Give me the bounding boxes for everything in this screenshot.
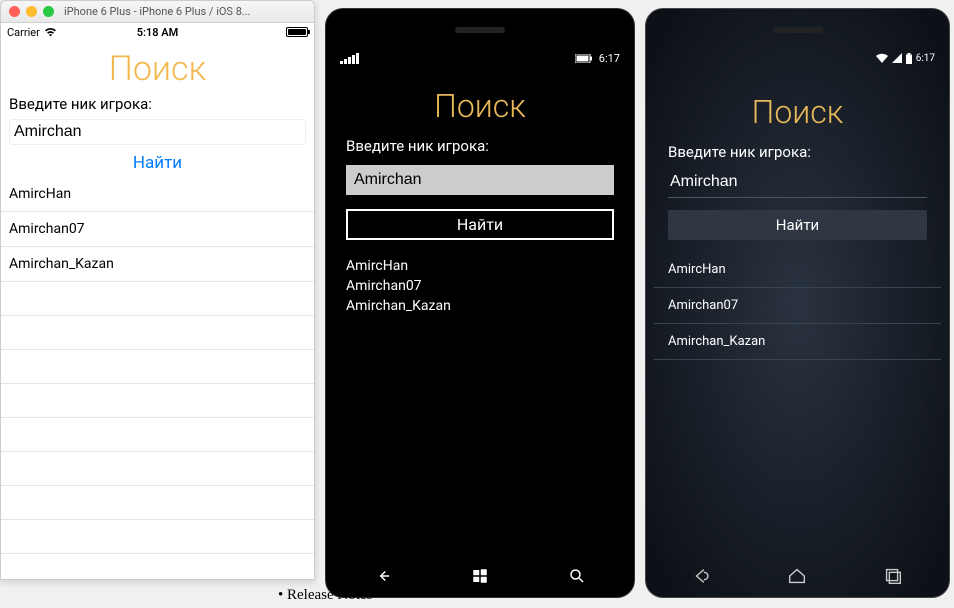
list-item[interactable]: Amirchan_Kazan [654, 324, 941, 360]
list-item[interactable]: Amirchan07 [654, 288, 941, 324]
ios-simulator-window: iPhone 6 Plus - iPhone 6 Plus / iOS 8...… [0, 0, 315, 580]
list-item [1, 452, 314, 486]
android-screen: 6:17 Поиск Введите ник игрока: Найти Ami… [654, 49, 941, 555]
clock: 6:17 [599, 52, 620, 65]
list-item [1, 384, 314, 418]
list-item [1, 282, 314, 316]
prompt-label: Введите ник игрока: [334, 131, 626, 161]
carrier-label: Carrier [7, 26, 40, 39]
windows-icon[interactable] [471, 567, 489, 585]
nickname-input[interactable] [9, 119, 306, 145]
list-item[interactable]: AmircHan [1, 177, 314, 212]
list-item[interactable]: Amirchan07 [346, 276, 614, 296]
ios-statusbar: Carrier 5:18 AM [1, 23, 314, 41]
mac-titlebar[interactable]: iPhone 6 Plus - iPhone 6 Plus / iOS 8... [1, 1, 314, 23]
recent-icon[interactable] [882, 565, 904, 587]
list-item [1, 418, 314, 452]
traffic-lights [9, 6, 54, 17]
speaker [773, 27, 823, 33]
list-item [1, 486, 314, 520]
android-statusbar: 6:17 [654, 49, 941, 67]
speaker [455, 27, 505, 33]
page-title: Поиск [1, 41, 314, 91]
results-list: AmircHan Amirchan07 Amirchan_Kazan [1, 177, 314, 554]
wp-statusbar: 6:17 [334, 47, 626, 69]
list-item[interactable]: Amirchan07 [1, 212, 314, 247]
clock: 6:17 [916, 53, 935, 64]
window-title: iPhone 6 Plus - iPhone 6 Plus / iOS 8... [64, 5, 251, 18]
list-item [1, 316, 314, 350]
battery-icon [575, 54, 593, 63]
maximize-window-button[interactable] [43, 6, 54, 17]
list-item[interactable]: AmircHan [346, 256, 614, 276]
prompt-label: Введите ник игрока: [1, 91, 314, 119]
list-item [1, 350, 314, 384]
search-button[interactable]: Найти [668, 210, 927, 240]
windows-phone-device: 6:17 Поиск Введите ник игрока: Найти Ami… [325, 8, 635, 598]
wp-navbar [334, 561, 626, 591]
battery-icon [906, 53, 912, 64]
back-icon[interactable] [691, 565, 713, 587]
signal-icon [340, 53, 359, 64]
list-item [1, 520, 314, 554]
wp-screen: 6:17 Поиск Введите ник игрока: Найти Ami… [334, 47, 626, 555]
list-item[interactable]: AmircHan [654, 252, 941, 288]
android-device: 6:17 Поиск Введите ник игрока: Найти Ami… [645, 8, 950, 598]
prompt-label: Введите ник игрока: [654, 139, 941, 165]
android-navbar [654, 561, 941, 591]
battery-icon [286, 27, 308, 37]
ios-screen: Carrier 5:18 AM Поиск Введите ник игрока… [1, 23, 314, 579]
close-window-button[interactable] [9, 6, 20, 17]
home-icon[interactable] [786, 565, 808, 587]
wifi-icon [44, 27, 57, 37]
page-title: Поиск [334, 69, 626, 131]
release-notes-link[interactable]: Release Notes [278, 587, 372, 604]
search-button[interactable]: Найти [346, 209, 614, 240]
nickname-input[interactable] [346, 165, 614, 195]
search-button[interactable]: Найти [1, 145, 314, 177]
list-item[interactable]: Amirchan_Kazan [346, 296, 614, 316]
minimize-window-button[interactable] [26, 6, 37, 17]
wifi-icon [876, 53, 888, 63]
page-title: Поиск [654, 67, 941, 139]
nickname-input[interactable] [668, 169, 927, 198]
list-item[interactable]: Amirchan_Kazan [1, 247, 314, 282]
back-icon[interactable] [374, 567, 392, 585]
clock: 5:18 AM [137, 26, 179, 39]
search-icon[interactable] [568, 567, 586, 585]
results-list: AmircHan Amirchan07 Amirchan_Kazan [654, 248, 941, 364]
signal-icon [892, 53, 902, 63]
results-list: AmircHan Amirchan07 Amirchan_Kazan [334, 250, 626, 322]
